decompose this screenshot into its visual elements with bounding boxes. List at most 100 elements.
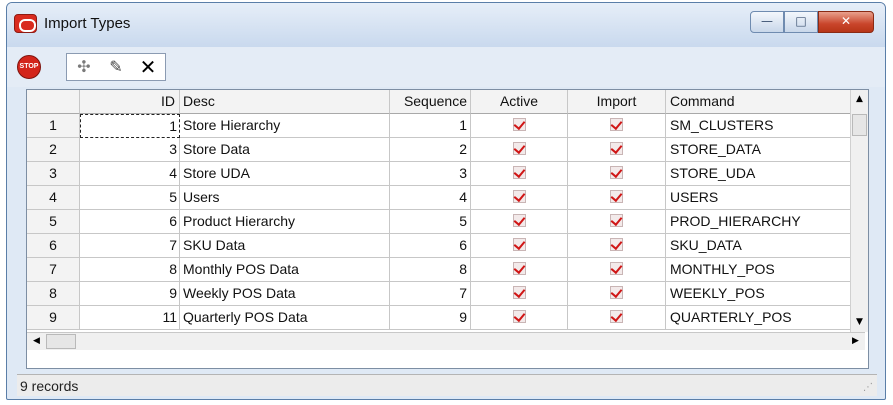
checked-icon[interactable] bbox=[610, 118, 623, 131]
scroll-up-icon[interactable]: ▲ bbox=[851, 91, 868, 108]
checked-icon[interactable] bbox=[610, 214, 623, 227]
title-bar[interactable]: Import Types — □ ✕ bbox=[7, 3, 885, 47]
command-cell[interactable]: STORE_DATA bbox=[666, 138, 865, 162]
command-cell[interactable]: WEEKLY_POS bbox=[666, 282, 865, 306]
desc-cell[interactable]: Store UDA bbox=[180, 162, 390, 186]
active-checkbox[interactable] bbox=[471, 306, 568, 330]
resize-grip-icon[interactable]: ⋰ bbox=[863, 382, 875, 394]
id-cell[interactable]: 1 bbox=[80, 114, 180, 138]
table-row[interactable]: 9 11 Quarterly POS Data 9 QUARTERLY_POS bbox=[27, 306, 865, 330]
row-number[interactable]: 9 bbox=[27, 306, 80, 330]
id-cell[interactable]: 8 bbox=[80, 258, 180, 282]
column-header-id[interactable]: ID bbox=[80, 90, 180, 114]
scroll-left-icon[interactable]: ◀ bbox=[28, 333, 45, 350]
checked-icon[interactable] bbox=[610, 190, 623, 203]
column-header-desc[interactable]: Desc bbox=[180, 90, 390, 114]
row-number[interactable]: 5 bbox=[27, 210, 80, 234]
desc-cell[interactable]: Product Hierarchy bbox=[180, 210, 390, 234]
table-row[interactable]: 6 7 SKU Data 6 SKU_DATA bbox=[27, 234, 865, 258]
sequence-cell[interactable]: 1 bbox=[390, 114, 471, 138]
checked-icon[interactable] bbox=[512, 142, 526, 155]
sequence-cell[interactable]: 7 bbox=[390, 282, 471, 306]
vertical-scrollbar[interactable]: ▲ ▼ bbox=[850, 90, 868, 332]
column-header-sequence[interactable]: Sequence bbox=[390, 90, 471, 114]
checked-icon[interactable] bbox=[610, 262, 623, 275]
id-cell[interactable]: 6 bbox=[80, 210, 180, 234]
minimize-button[interactable]: — bbox=[750, 11, 784, 33]
sequence-cell[interactable]: 5 bbox=[390, 210, 471, 234]
import-checkbox[interactable] bbox=[568, 234, 666, 258]
column-header-command[interactable]: Command bbox=[666, 90, 865, 114]
id-cell[interactable]: 7 bbox=[80, 234, 180, 258]
active-checkbox[interactable] bbox=[471, 138, 568, 162]
id-cell[interactable]: 4 bbox=[80, 162, 180, 186]
command-cell[interactable]: PROD_HIERARCHY bbox=[666, 210, 865, 234]
table-row[interactable]: 4 5 Users 4 USERS bbox=[27, 186, 865, 210]
active-checkbox[interactable] bbox=[471, 114, 568, 138]
checked-icon[interactable] bbox=[512, 286, 526, 299]
command-cell[interactable]: USERS bbox=[666, 186, 865, 210]
id-cell[interactable]: 3 bbox=[80, 138, 180, 162]
horizontal-scrollbar[interactable]: ◀ ▶ bbox=[27, 332, 865, 350]
table-row[interactable]: 2 3 Store Data 2 STORE_DATA bbox=[27, 138, 865, 162]
import-checkbox[interactable] bbox=[568, 138, 666, 162]
sequence-cell[interactable]: 4 bbox=[390, 186, 471, 210]
active-checkbox[interactable] bbox=[471, 210, 568, 234]
checked-icon[interactable] bbox=[512, 310, 526, 323]
vertical-scroll-thumb[interactable] bbox=[852, 114, 867, 136]
import-checkbox[interactable] bbox=[568, 210, 666, 234]
desc-cell[interactable]: SKU Data bbox=[180, 234, 390, 258]
import-checkbox[interactable] bbox=[568, 306, 666, 330]
import-checkbox[interactable] bbox=[568, 162, 666, 186]
sequence-cell[interactable]: 9 bbox=[390, 306, 471, 330]
sequence-cell[interactable]: 6 bbox=[390, 234, 471, 258]
edit-record-icon[interactable]: ✎ bbox=[101, 55, 131, 79]
sequence-cell[interactable]: 3 bbox=[390, 162, 471, 186]
checked-icon[interactable] bbox=[512, 262, 526, 275]
row-number[interactable]: 2 bbox=[27, 138, 80, 162]
add-record-icon[interactable]: ✣ bbox=[69, 55, 99, 79]
active-checkbox[interactable] bbox=[471, 258, 568, 282]
checked-icon[interactable] bbox=[610, 166, 623, 179]
import-checkbox[interactable] bbox=[568, 186, 666, 210]
table-row[interactable]: 8 9 Weekly POS Data 7 WEEKLY_POS bbox=[27, 282, 865, 306]
horizontal-scroll-thumb[interactable] bbox=[46, 334, 76, 349]
desc-cell[interactable]: Store Hierarchy bbox=[180, 114, 390, 138]
checked-icon[interactable] bbox=[512, 118, 526, 131]
maximize-button[interactable]: □ bbox=[784, 11, 818, 33]
scroll-down-icon[interactable]: ▼ bbox=[851, 314, 868, 331]
table-row[interactable]: 5 6 Product Hierarchy 5 PROD_HIERARCHY bbox=[27, 210, 865, 234]
active-checkbox[interactable] bbox=[471, 282, 568, 306]
sequence-cell[interactable]: 8 bbox=[390, 258, 471, 282]
row-number[interactable]: 8 bbox=[27, 282, 80, 306]
import-checkbox[interactable] bbox=[568, 282, 666, 306]
id-cell[interactable]: 5 bbox=[80, 186, 180, 210]
sequence-cell[interactable]: 2 bbox=[390, 138, 471, 162]
import-checkbox[interactable] bbox=[568, 114, 666, 138]
table-row[interactable]: 3 4 Store UDA 3 STORE_UDA bbox=[27, 162, 865, 186]
id-cell[interactable]: 9 bbox=[80, 282, 180, 306]
command-cell[interactable]: SKU_DATA bbox=[666, 234, 865, 258]
command-cell[interactable]: STORE_UDA bbox=[666, 162, 865, 186]
table-row[interactable]: 7 8 Monthly POS Data 8 MONTHLY_POS bbox=[27, 258, 865, 282]
desc-cell[interactable]: Monthly POS Data bbox=[180, 258, 390, 282]
active-checkbox[interactable] bbox=[471, 162, 568, 186]
scroll-right-icon[interactable]: ▶ bbox=[847, 333, 864, 350]
command-cell[interactable]: SM_CLUSTERS bbox=[666, 114, 865, 138]
desc-cell[interactable]: Weekly POS Data bbox=[180, 282, 390, 306]
checked-icon[interactable] bbox=[610, 310, 623, 323]
row-number[interactable]: 6 bbox=[27, 234, 80, 258]
table-row[interactable]: 1 1 Store Hierarchy 1 SM_CLUSTERS bbox=[27, 114, 865, 138]
checked-icon[interactable] bbox=[512, 214, 526, 227]
close-button[interactable]: ✕ bbox=[818, 11, 874, 33]
delete-record-icon[interactable]: ✕ bbox=[133, 55, 163, 79]
checked-icon[interactable] bbox=[610, 142, 623, 155]
row-number[interactable]: 1 bbox=[27, 114, 80, 138]
column-header-import[interactable]: Import bbox=[568, 90, 666, 114]
row-number[interactable]: 3 bbox=[27, 162, 80, 186]
row-number[interactable]: 7 bbox=[27, 258, 80, 282]
checked-icon[interactable] bbox=[512, 190, 526, 203]
column-header-active[interactable]: Active bbox=[471, 90, 568, 114]
import-checkbox[interactable] bbox=[568, 258, 666, 282]
active-checkbox[interactable] bbox=[471, 186, 568, 210]
